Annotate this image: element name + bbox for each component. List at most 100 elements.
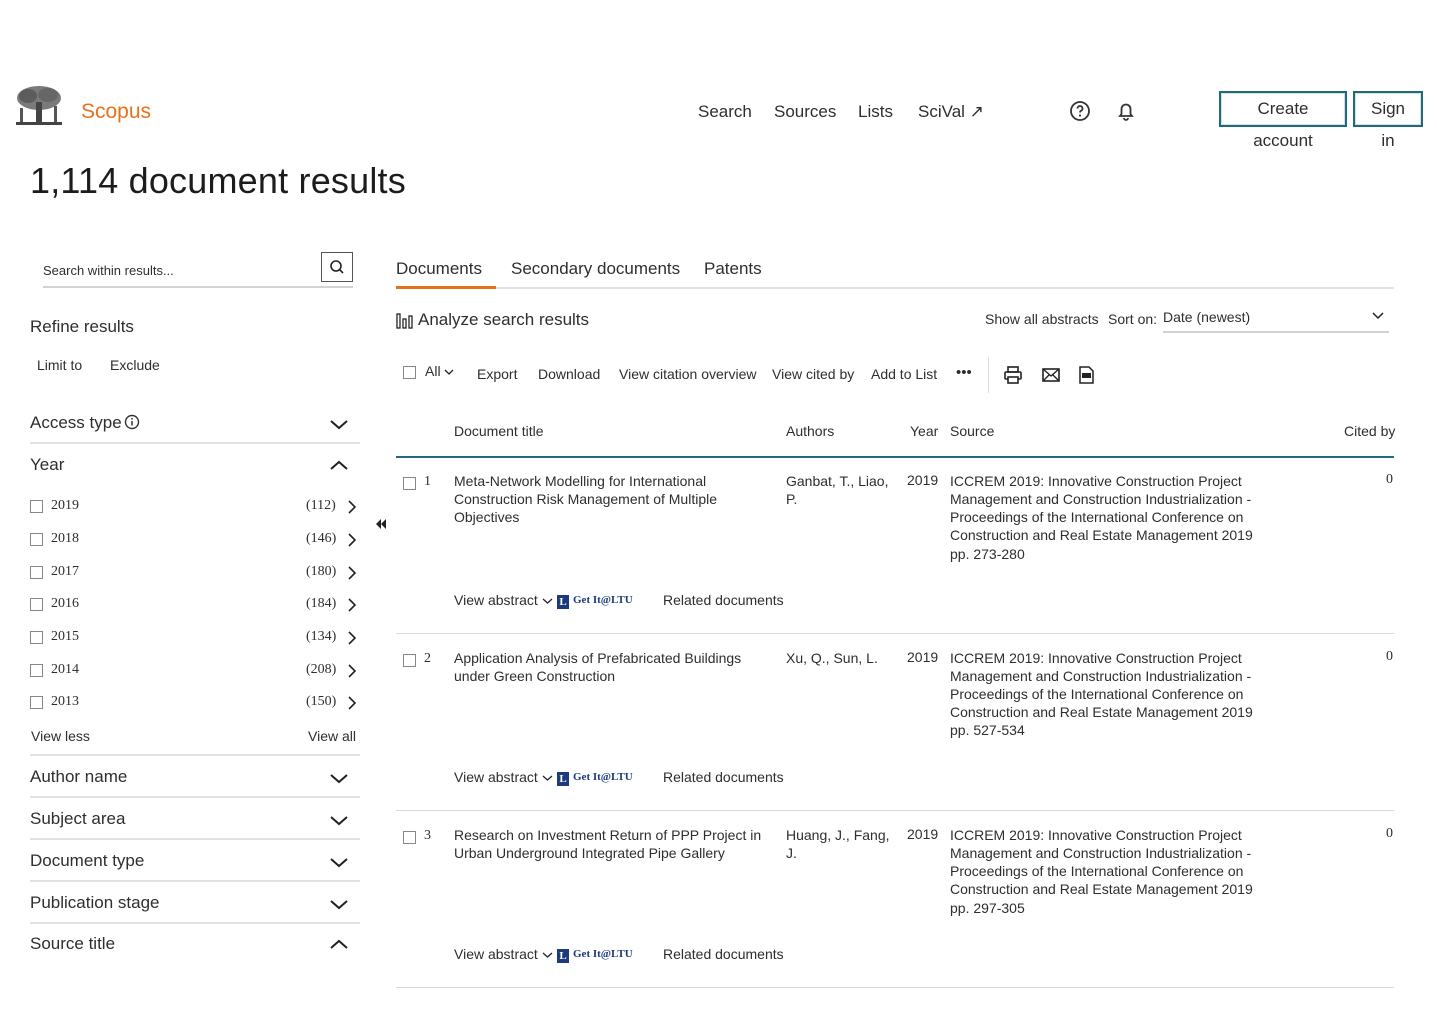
page-range: pp. 527-534	[950, 722, 1025, 738]
column-header-title[interactable]: Document title	[454, 423, 543, 439]
column-header-authors[interactable]: Authors	[786, 423, 834, 439]
nav-search[interactable]: Search	[698, 102, 752, 122]
select-all-dropdown[interactable]: All	[425, 363, 454, 379]
chevron-right-icon[interactable]	[346, 597, 358, 613]
related-documents-link[interactable]: Related documents	[663, 592, 784, 608]
facet-label: Author name	[30, 767, 128, 786]
row-divider	[396, 987, 1394, 988]
chevron-right-icon[interactable]	[346, 663, 358, 679]
search-within-input[interactable]	[43, 258, 313, 282]
year-row-2015[interactable]: 2015 (134)	[30, 628, 360, 650]
elsevier-tree-logo[interactable]	[14, 84, 64, 128]
limit-to-button[interactable]: Limit to	[37, 357, 82, 373]
select-all-checkbox[interactable]	[403, 366, 416, 379]
facet-author-name[interactable]: Author name	[30, 760, 360, 798]
chevron-right-icon[interactable]	[346, 532, 358, 548]
nav-scival[interactable]: SciVal ↗	[918, 102, 984, 122]
related-documents-link[interactable]: Related documents	[663, 769, 784, 785]
year-row-2017[interactable]: 2017 (180)	[30, 563, 360, 585]
facet-year[interactable]: Year	[30, 448, 360, 486]
year-row-2018[interactable]: 2018 (146)	[30, 530, 360, 552]
get-it-ltu-link[interactable]: L Get It@LTU	[557, 594, 633, 609]
facet-label: Year	[30, 455, 65, 474]
chevron-right-icon[interactable]	[346, 695, 358, 711]
view-abstract-button[interactable]: View abstract	[454, 592, 553, 608]
year-checkbox[interactable]	[30, 696, 43, 709]
year-checkbox[interactable]	[30, 664, 43, 677]
year-count: (184)	[306, 596, 337, 611]
authors-link[interactable]: Ganbat, T., Liao, P.	[786, 472, 896, 508]
create-account-button[interactable]: Create account	[1219, 91, 1347, 150]
view-cited-by-button[interactable]: View cited by	[772, 366, 854, 382]
view-citation-overview-button[interactable]: View citation overview	[619, 366, 756, 382]
add-to-list-button[interactable]: Add to List	[871, 366, 937, 382]
scopus-brand[interactable]: Scopus	[81, 100, 151, 124]
pdf-icon[interactable]	[1076, 366, 1096, 384]
document-title-link[interactable]: Research on Investment Return of PPP Pro…	[454, 826, 774, 862]
download-button[interactable]: Download	[538, 366, 600, 382]
nav-lists[interactable]: Lists	[858, 102, 893, 122]
double-chevron-left-icon[interactable]	[374, 517, 388, 531]
year-checkbox[interactable]	[30, 631, 43, 644]
source-text[interactable]: ICCREM 2019: Innovative Construction Pro…	[950, 826, 1320, 898]
chevron-down-icon	[1372, 312, 1384, 320]
column-header-year[interactable]: Year	[910, 423, 938, 439]
year-label: 2014	[51, 662, 79, 677]
email-icon[interactable]	[1041, 366, 1061, 384]
get-it-ltu-link[interactable]: L Get It@LTU	[557, 948, 633, 963]
authors-link[interactable]: Huang, J., Fang, J.	[786, 826, 896, 862]
year-row-2019[interactable]: 2019 (112)	[30, 497, 360, 519]
source-text[interactable]: ICCREM 2019: Innovative Construction Pro…	[950, 649, 1320, 721]
year-checkbox[interactable]	[30, 500, 43, 513]
print-icon[interactable]	[1003, 366, 1023, 384]
result-checkbox[interactable]	[403, 831, 416, 844]
nav-sources[interactable]: Sources	[774, 102, 836, 122]
get-it-ltu-link[interactable]: L Get It@LTU	[557, 771, 633, 786]
analyze-search-results-link[interactable]: Analyze search results	[396, 310, 589, 330]
chevron-right-icon[interactable]	[346, 565, 358, 581]
facet-subject-area[interactable]: Subject area	[30, 802, 360, 840]
source-text[interactable]: ICCREM 2019: Innovative Construction Pro…	[950, 472, 1320, 544]
facet-document-type[interactable]: Document type	[30, 844, 360, 882]
tab-documents[interactable]: Documents	[396, 259, 482, 279]
export-button[interactable]: Export	[477, 366, 517, 382]
document-title-link[interactable]: Meta-Network Modelling for International…	[454, 472, 774, 526]
year-checkbox[interactable]	[30, 533, 43, 546]
show-all-abstracts-link[interactable]: Show all abstracts	[985, 311, 1099, 327]
search-within-button[interactable]	[321, 252, 353, 282]
sort-select[interactable]: Date (newest)	[1163, 305, 1389, 333]
related-documents-link[interactable]: Related documents	[663, 946, 784, 962]
column-header-source[interactable]: Source	[950, 423, 994, 439]
cited-by-count[interactable]: 0	[1386, 472, 1393, 488]
view-less-link[interactable]: View less	[31, 728, 90, 744]
year-row-2014[interactable]: 2014 (208)	[30, 661, 360, 683]
result-checkbox[interactable]	[403, 477, 416, 490]
more-options-button[interactable]: •••	[956, 364, 972, 381]
facet-access-type[interactable]: Access type	[30, 406, 360, 444]
result-checkbox[interactable]	[403, 654, 416, 667]
year-row-2013[interactable]: 2013 (150)	[30, 693, 360, 715]
year-label: 2018	[51, 531, 79, 546]
column-header-cited-by[interactable]: Cited by	[1344, 423, 1395, 439]
facet-source-title[interactable]: Source title	[30, 927, 360, 965]
chevron-right-icon[interactable]	[346, 499, 358, 515]
view-all-link[interactable]: View all	[308, 728, 356, 744]
facet-publication-stage[interactable]: Publication stage	[30, 886, 360, 924]
authors-link[interactable]: Xu, Q., Sun, L.	[786, 649, 896, 667]
cited-by-count[interactable]: 0	[1386, 649, 1393, 665]
tab-secondary-documents[interactable]: Secondary documents	[511, 259, 680, 279]
help-icon[interactable]	[1068, 99, 1092, 123]
chevron-right-icon[interactable]	[346, 630, 358, 646]
sign-in-button[interactable]: Sign in	[1353, 91, 1423, 150]
tab-patents[interactable]: Patents	[704, 259, 762, 279]
year-checkbox[interactable]	[30, 598, 43, 611]
year-row-2016[interactable]: 2016 (184)	[30, 595, 360, 617]
document-title-link[interactable]: Application Analysis of Prefabricated Bu…	[454, 649, 774, 685]
bell-icon[interactable]	[1114, 99, 1138, 123]
cited-by-count[interactable]: 0	[1386, 826, 1393, 842]
exclude-button[interactable]: Exclude	[110, 357, 160, 373]
view-abstract-button[interactable]: View abstract	[454, 769, 553, 785]
info-icon[interactable]	[124, 414, 140, 430]
year-checkbox[interactable]	[30, 566, 43, 579]
view-abstract-button[interactable]: View abstract	[454, 946, 553, 962]
